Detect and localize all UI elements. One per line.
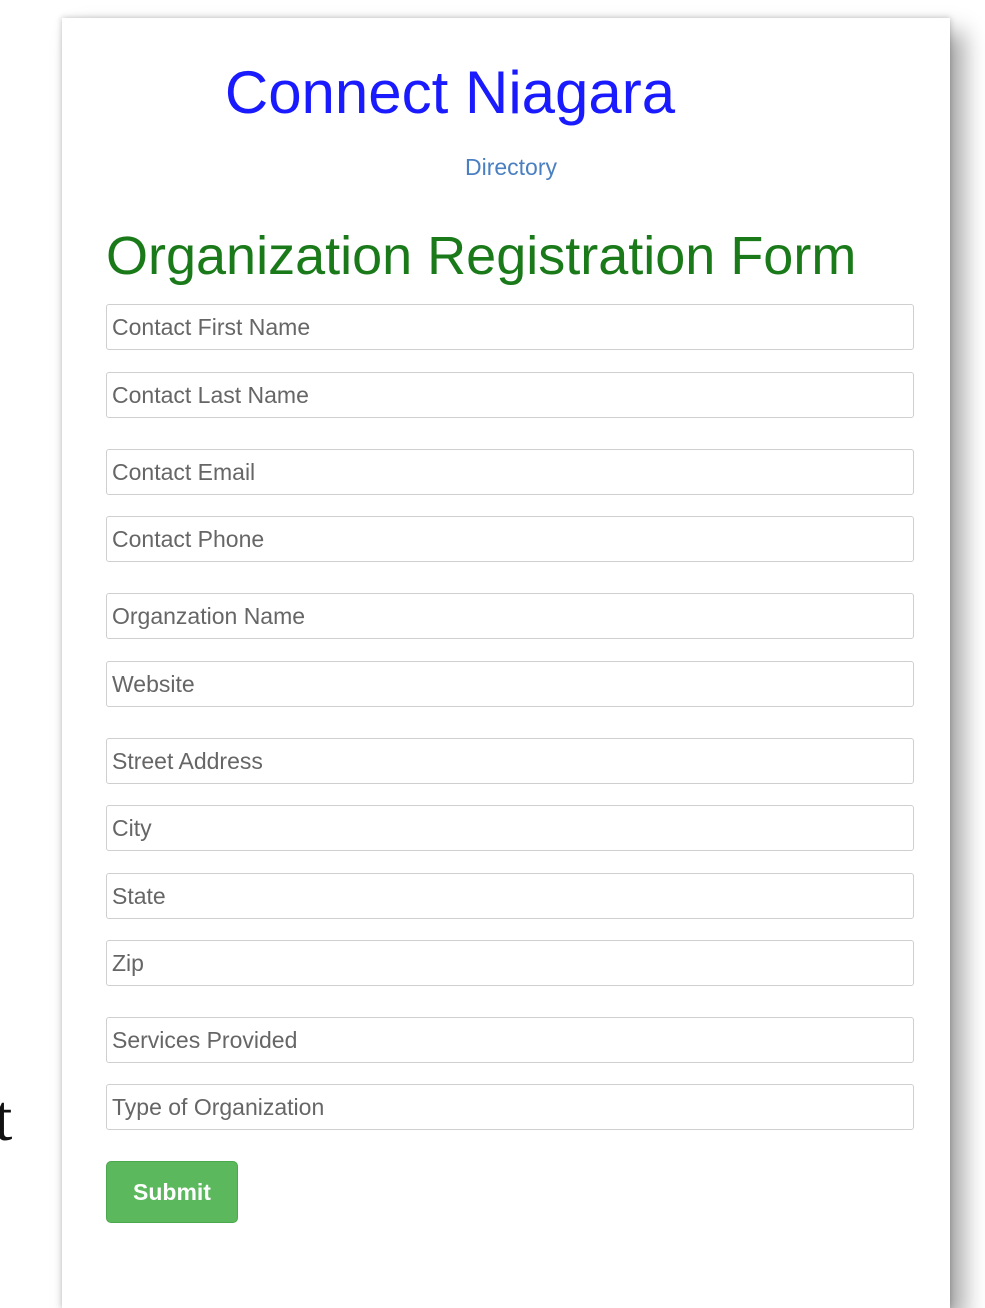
services-provided-input[interactable] xyxy=(106,1017,914,1063)
organization-name-input[interactable] xyxy=(106,593,914,639)
contact-last-name-input[interactable] xyxy=(106,372,914,418)
background-text-fragment: t xyxy=(0,1082,13,1155)
contact-phone-input[interactable] xyxy=(106,516,914,562)
submit-button[interactable]: Submit xyxy=(106,1161,238,1223)
contact-email-input[interactable] xyxy=(106,449,914,495)
state-input[interactable] xyxy=(106,873,914,919)
city-input[interactable] xyxy=(106,805,914,851)
website-input[interactable] xyxy=(106,661,914,707)
form-title: Organization Registration Form xyxy=(106,226,857,286)
street-address-input[interactable] xyxy=(106,738,914,784)
directory-link[interactable]: Directory xyxy=(0,154,985,180)
contact-first-name-input[interactable] xyxy=(106,304,914,350)
organization-type-input[interactable] xyxy=(106,1084,914,1130)
site-title: Connect Niagara xyxy=(224,59,676,126)
zip-input[interactable] xyxy=(106,940,914,986)
